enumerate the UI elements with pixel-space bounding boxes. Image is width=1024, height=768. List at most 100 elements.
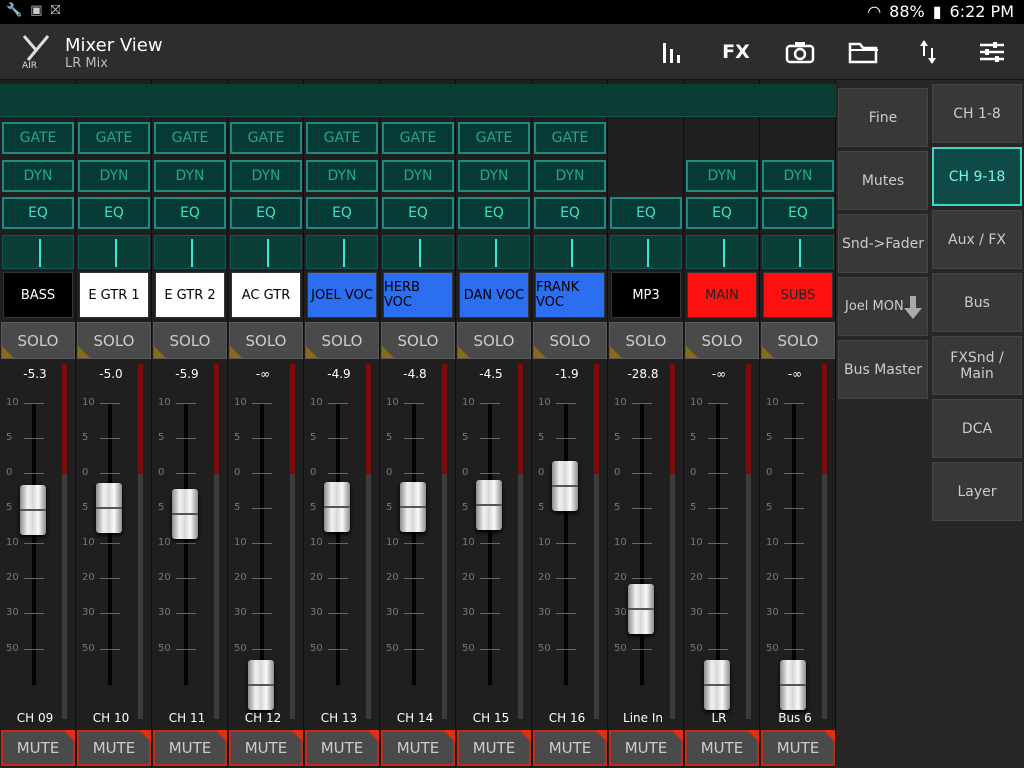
- mute-button[interactable]: MUTE: [381, 730, 455, 766]
- mute-button[interactable]: MUTE: [153, 730, 227, 766]
- fader-track[interactable]: [108, 403, 112, 685]
- layer-bus-button[interactable]: Bus: [932, 273, 1022, 332]
- mute-button[interactable]: MUTE: [609, 730, 683, 766]
- mute-button[interactable]: MUTE: [229, 730, 303, 766]
- solo-button[interactable]: SOLO: [685, 322, 759, 359]
- mute-button[interactable]: MUTE: [533, 730, 607, 766]
- solo-button[interactable]: SOLO: [1, 322, 75, 359]
- eq-button[interactable]: EQ: [230, 197, 302, 229]
- scribble-strip[interactable]: MAIN: [687, 272, 757, 318]
- gate-button[interactable]: GATE: [306, 122, 378, 154]
- fader-thumb[interactable]: [248, 660, 274, 710]
- pan-control[interactable]: [306, 235, 378, 269]
- scribble-strip[interactable]: MP3: [611, 272, 681, 318]
- gate-button[interactable]: GATE: [534, 122, 606, 154]
- solo-button[interactable]: SOLO: [77, 322, 151, 359]
- dyn-button[interactable]: DYN: [382, 160, 454, 192]
- mutes-button[interactable]: Mutes: [838, 151, 928, 210]
- fader-track[interactable]: [640, 403, 644, 685]
- solo-button[interactable]: SOLO: [761, 322, 835, 359]
- dyn-button[interactable]: DYN: [762, 160, 834, 192]
- eq-button[interactable]: EQ: [154, 197, 226, 229]
- fader-thumb[interactable]: [704, 660, 730, 710]
- pan-control[interactable]: [78, 235, 150, 269]
- dyn-button[interactable]: DYN: [458, 160, 530, 192]
- eq-button[interactable]: EQ: [382, 197, 454, 229]
- sync-button[interactable]: [910, 34, 946, 70]
- snapshot-button[interactable]: [782, 34, 818, 70]
- eq-button[interactable]: EQ: [306, 197, 378, 229]
- pan-control[interactable]: [610, 235, 682, 269]
- layer-button[interactable]: Layer: [932, 462, 1022, 521]
- pan-control[interactable]: [230, 235, 302, 269]
- fader-track[interactable]: [564, 403, 568, 685]
- fader-thumb[interactable]: [96, 483, 122, 533]
- fader-track[interactable]: [792, 403, 796, 685]
- dyn-button[interactable]: DYN: [78, 160, 150, 192]
- fader-thumb[interactable]: [780, 660, 806, 710]
- settings-button[interactable]: [974, 34, 1010, 70]
- solo-button[interactable]: SOLO: [533, 322, 607, 359]
- scribble-strip[interactable]: E GTR 2: [155, 272, 225, 318]
- scribble-strip[interactable]: E GTR 1: [79, 272, 149, 318]
- layer-aux-fx-button[interactable]: Aux / FX: [932, 210, 1022, 269]
- gate-button[interactable]: GATE: [230, 122, 302, 154]
- fader-thumb[interactable]: [324, 482, 350, 532]
- eq-button[interactable]: EQ: [686, 197, 758, 229]
- pan-control[interactable]: [382, 235, 454, 269]
- fader-thumb[interactable]: [172, 489, 198, 539]
- fader-track[interactable]: [716, 403, 720, 685]
- mute-button[interactable]: MUTE: [761, 730, 835, 766]
- gate-button[interactable]: GATE: [154, 122, 226, 154]
- mute-button[interactable]: MUTE: [305, 730, 379, 766]
- fader-track[interactable]: [32, 403, 36, 685]
- eq-button[interactable]: EQ: [762, 197, 834, 229]
- layer-fxsend-main-button[interactable]: FXSnd / Main: [932, 336, 1022, 395]
- pan-control[interactable]: [2, 235, 74, 269]
- fader-thumb[interactable]: [400, 482, 426, 532]
- pan-control[interactable]: [534, 235, 606, 269]
- dyn-button[interactable]: DYN: [230, 160, 302, 192]
- eq-button[interactable]: EQ: [458, 197, 530, 229]
- pan-control[interactable]: [762, 235, 834, 269]
- mute-button[interactable]: MUTE: [457, 730, 531, 766]
- fine-button[interactable]: Fine: [838, 88, 928, 147]
- scribble-strip[interactable]: BASS: [3, 272, 73, 318]
- pan-control[interactable]: [154, 235, 226, 269]
- fader-thumb[interactable]: [628, 584, 654, 634]
- scribble-strip[interactable]: AC GTR: [231, 272, 301, 318]
- scribble-strip[interactable]: SUBS: [763, 272, 833, 318]
- bus-master-button[interactable]: Bus Master: [838, 340, 928, 399]
- dyn-button[interactable]: DYN: [534, 160, 606, 192]
- scribble-strip[interactable]: HERB VOC: [383, 272, 453, 318]
- fader-track[interactable]: [412, 403, 416, 685]
- solo-button[interactable]: SOLO: [609, 322, 683, 359]
- eq-button[interactable]: EQ: [78, 197, 150, 229]
- fx-button[interactable]: FX: [718, 34, 754, 70]
- solo-button[interactable]: SOLO: [305, 322, 379, 359]
- eq-button[interactable]: EQ: [534, 197, 606, 229]
- mute-button[interactable]: MUTE: [685, 730, 759, 766]
- dyn-button[interactable]: DYN: [686, 160, 758, 192]
- layer-dca-button[interactable]: DCA: [932, 399, 1022, 458]
- solo-button[interactable]: SOLO: [229, 322, 303, 359]
- dyn-button[interactable]: DYN: [154, 160, 226, 192]
- solo-button[interactable]: SOLO: [153, 322, 227, 359]
- fader-thumb[interactable]: [20, 485, 46, 535]
- scribble-strip[interactable]: DAN VOC: [459, 272, 529, 318]
- scribble-strip[interactable]: JOEL VOC: [307, 272, 377, 318]
- open-folder-button[interactable]: [846, 34, 882, 70]
- solo-button[interactable]: SOLO: [457, 322, 531, 359]
- eq-button[interactable]: EQ: [2, 197, 74, 229]
- solo-button[interactable]: SOLO: [381, 322, 455, 359]
- eq-button[interactable]: EQ: [610, 197, 682, 229]
- fader-thumb[interactable]: [552, 461, 578, 511]
- mute-button[interactable]: MUTE: [77, 730, 151, 766]
- fader-track[interactable]: [336, 403, 340, 685]
- gate-button[interactable]: GATE: [382, 122, 454, 154]
- fader-track[interactable]: [260, 403, 264, 685]
- bus-select-button[interactable]: Joel MON: [838, 277, 928, 336]
- gate-button[interactable]: GATE: [2, 122, 74, 154]
- fader-track[interactable]: [184, 403, 188, 685]
- dyn-button[interactable]: DYN: [2, 160, 74, 192]
